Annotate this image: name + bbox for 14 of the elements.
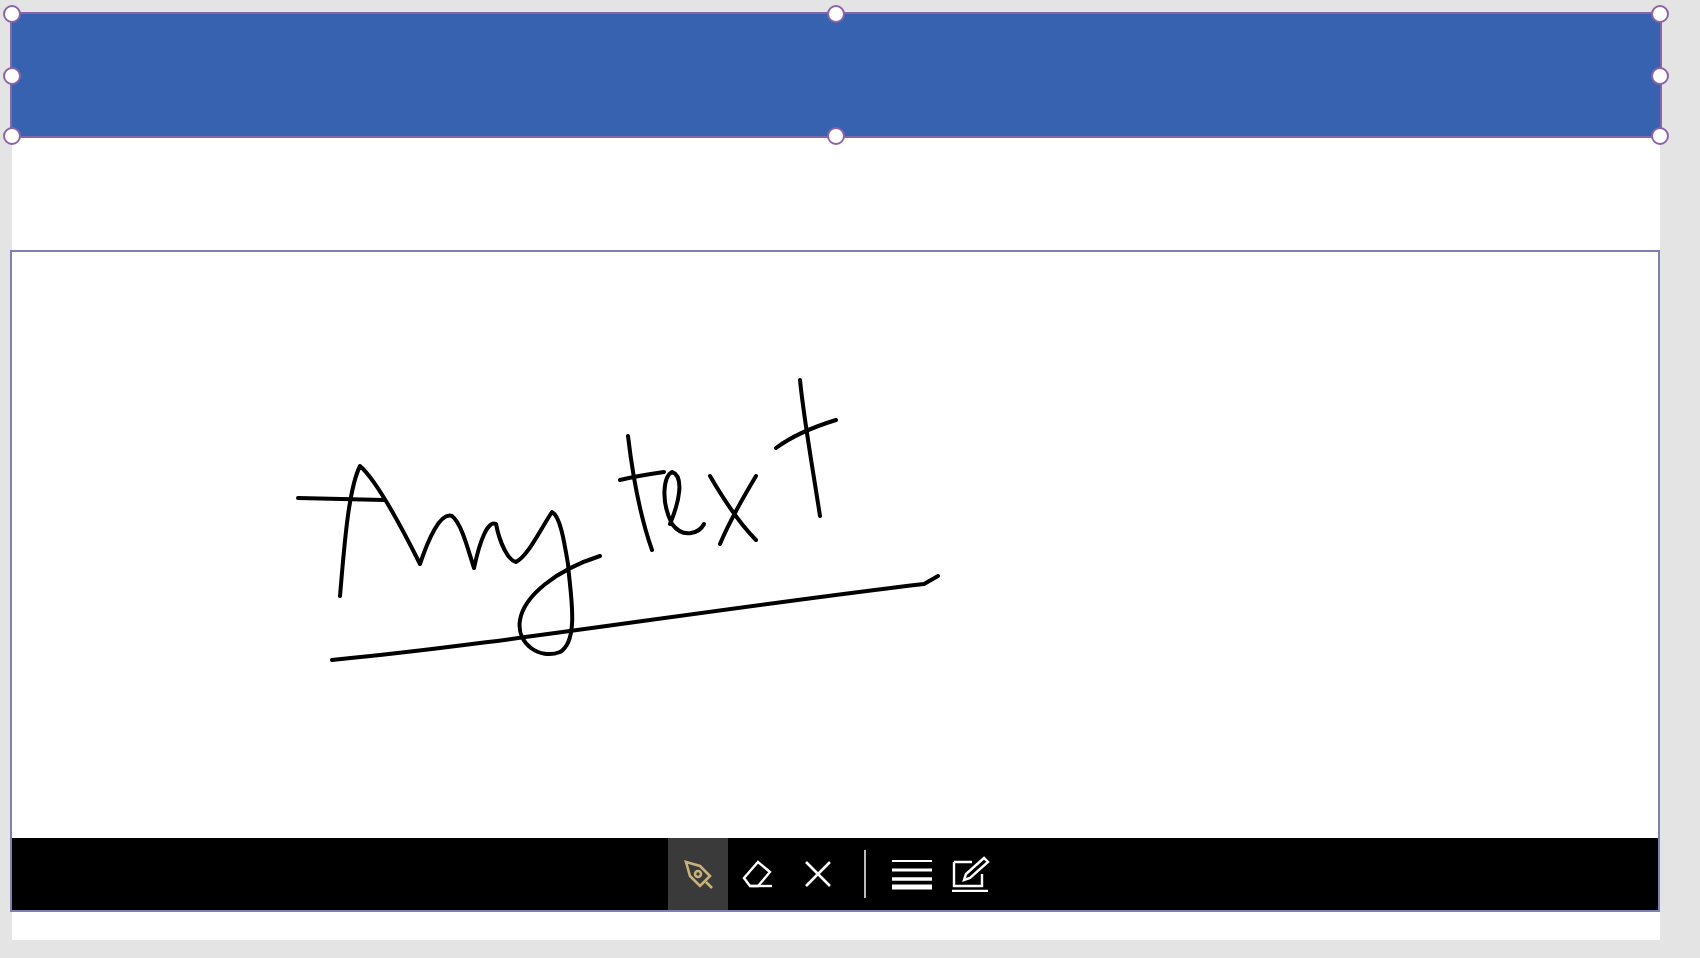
resize-handle[interactable] (1651, 127, 1669, 145)
resize-handle[interactable] (1651, 5, 1669, 23)
resize-handle[interactable] (827, 5, 845, 23)
pen-icon (680, 856, 716, 892)
edit-icon (952, 856, 992, 892)
resize-handle[interactable] (3, 5, 21, 23)
pen-tool-button[interactable] (668, 838, 728, 910)
lines-icon (892, 858, 932, 890)
resize-handle[interactable] (827, 127, 845, 145)
pen-input-panel[interactable] (10, 250, 1660, 912)
resize-handle[interactable] (3, 66, 21, 84)
resize-handle[interactable] (3, 127, 21, 145)
eraser-icon (740, 856, 776, 892)
close-icon (802, 858, 834, 890)
